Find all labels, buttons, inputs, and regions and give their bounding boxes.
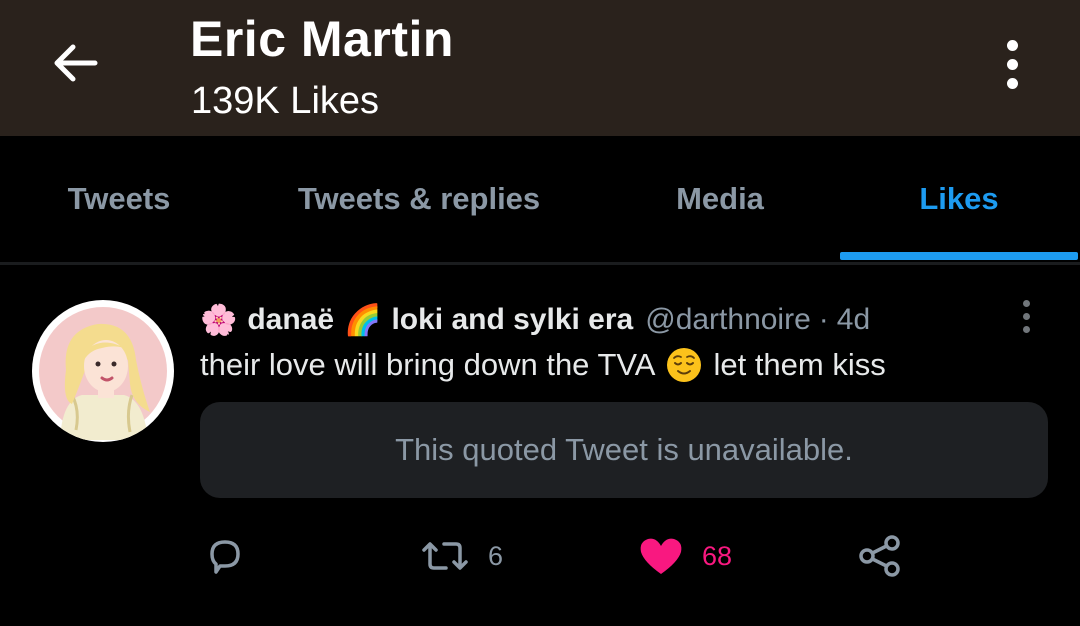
tab-likes[interactable]: Likes bbox=[840, 136, 1078, 262]
tweet[interactable]: 🌸 danaë 🌈 loki and sylki era @darthnoire… bbox=[0, 268, 1080, 626]
like-count: 68 bbox=[702, 540, 733, 571]
quote-unavailable-box: This quoted Tweet is unavailable. bbox=[200, 402, 1048, 498]
share-button[interactable] bbox=[856, 526, 904, 586]
active-tab-indicator bbox=[840, 252, 1078, 260]
reply-icon bbox=[210, 540, 240, 574]
tweet-time[interactable]: 4d bbox=[837, 303, 870, 337]
more-vertical-icon bbox=[1006, 39, 1018, 51]
profile-name: Eric Martin bbox=[190, 11, 454, 67]
tweet-text-part1: their love will bring down the TVA bbox=[200, 347, 656, 382]
back-button[interactable] bbox=[46, 34, 104, 92]
retweet-count: 6 bbox=[488, 540, 504, 571]
author-name[interactable]: danaë bbox=[247, 303, 334, 337]
share-icon bbox=[859, 535, 900, 577]
reply-button[interactable] bbox=[204, 526, 262, 586]
avatar-illustration bbox=[39, 307, 167, 440]
tweet-text: their love will bring down the TVA let t… bbox=[200, 342, 886, 388]
author-name-suffix[interactable]: loki and sylki era bbox=[391, 303, 633, 337]
retweet-icon bbox=[422, 542, 468, 570]
profile-tabs: Tweets Tweets & replies Media Likes bbox=[0, 136, 1080, 262]
avatar[interactable] bbox=[32, 300, 174, 442]
author-handle[interactable]: @darthnoire bbox=[645, 303, 811, 337]
tweet-actions: 6 68 bbox=[0, 526, 1080, 586]
tab-tweets[interactable]: Tweets bbox=[0, 136, 238, 262]
retweet-button[interactable]: 6 bbox=[418, 526, 503, 586]
separator: · bbox=[818, 303, 829, 336]
heart-icon bbox=[640, 538, 682, 574]
profile-header: Eric Martin 139K Likes bbox=[0, 0, 1080, 136]
tab-media[interactable]: Media bbox=[600, 136, 840, 262]
divider bbox=[0, 262, 1080, 265]
more-vertical-icon bbox=[1022, 299, 1030, 307]
likes-count: 139K Likes bbox=[191, 80, 380, 122]
relieved-face-emoji bbox=[667, 348, 702, 382]
like-button[interactable]: 68 bbox=[636, 526, 732, 586]
tweet-more-button[interactable] bbox=[1014, 296, 1038, 336]
rainbow-icon: 🌈 bbox=[344, 303, 382, 337]
tweet-text-part2: let them kiss bbox=[713, 347, 886, 382]
arrow-left-icon bbox=[54, 44, 98, 82]
tab-tweets-replies[interactable]: Tweets & replies bbox=[238, 136, 600, 262]
tweet-header: 🌸 danaë 🌈 loki and sylki era @darthnoire… bbox=[200, 298, 870, 342]
more-options-button[interactable] bbox=[990, 32, 1034, 96]
cherry-blossom-icon: 🌸 bbox=[200, 303, 238, 337]
